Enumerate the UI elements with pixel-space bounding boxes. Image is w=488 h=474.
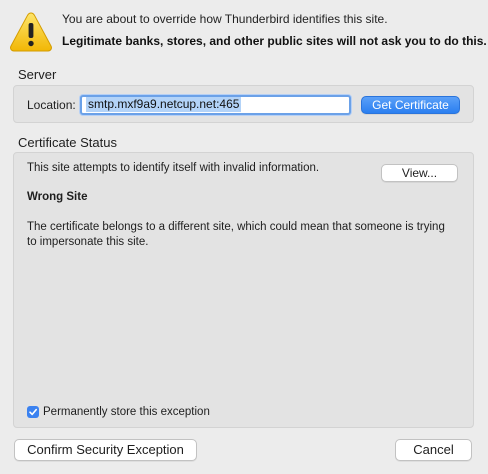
location-label: Location: bbox=[27, 98, 76, 112]
location-input-value[interactable]: smtp.mxf9a9.netcup.net:465 bbox=[86, 97, 242, 112]
permanent-store-label[interactable]: Permanently store this exception bbox=[43, 406, 210, 418]
certificate-status-label: Certificate Status bbox=[18, 135, 117, 150]
warning-emphasis: Legitimate banks, stores, and other publ… bbox=[62, 34, 487, 48]
warning-message: You are about to override how Thunderbir… bbox=[62, 12, 388, 26]
problem-title: Wrong Site bbox=[27, 191, 88, 203]
confirm-security-exception-button[interactable]: Confirm Security Exception bbox=[14, 439, 197, 461]
get-certificate-button[interactable]: Get Certificate bbox=[361, 96, 460, 114]
permanent-store-checkbox[interactable] bbox=[27, 406, 39, 418]
view-certificate-button[interactable]: View... bbox=[381, 164, 458, 182]
cancel-button[interactable]: Cancel bbox=[395, 439, 472, 461]
warning-icon bbox=[10, 12, 52, 52]
certificate-summary: This site attempts to identify itself wi… bbox=[27, 162, 320, 174]
problem-description: The certificate belongs to a different s… bbox=[27, 221, 445, 248]
server-group-label: Server bbox=[18, 67, 57, 82]
checkmark-icon bbox=[29, 408, 37, 416]
